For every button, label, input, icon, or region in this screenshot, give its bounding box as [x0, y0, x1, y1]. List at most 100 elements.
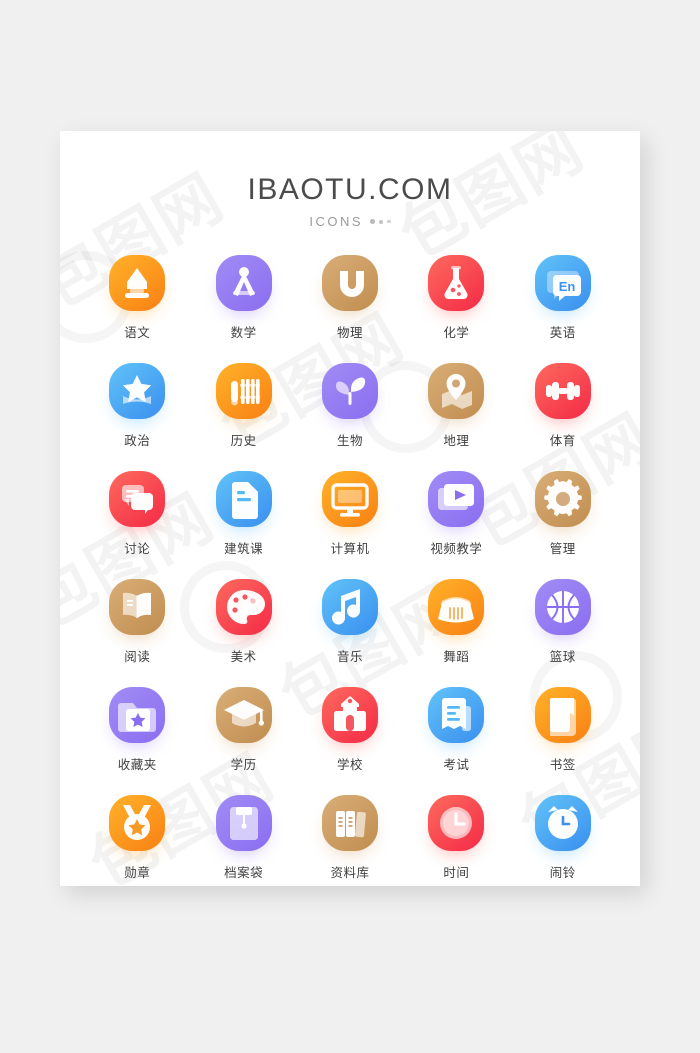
- icon-tile-wrapper: [321, 255, 378, 313]
- palette-brush-icon: [226, 590, 265, 624]
- icon-cell-video-play[interactable]: 视频教学: [403, 471, 509, 557]
- icon-cell-chat-bubbles[interactable]: 讨论: [84, 471, 190, 557]
- icon-cell-star-badge[interactable]: 政治: [84, 363, 190, 449]
- icon-label: 管理: [549, 541, 576, 556]
- open-book-icon-tile[interactable]: [109, 579, 166, 635]
- icon-tile-wrapper: [534, 363, 591, 421]
- music-note-icon-tile[interactable]: [321, 579, 378, 635]
- monitor-icon-tile[interactable]: [321, 471, 378, 527]
- icon-tile-wrapper: [428, 363, 485, 421]
- school-building-icon: [333, 696, 366, 731]
- icon-tile-wrapper: [428, 255, 485, 313]
- bamboo-scroll-icon-tile[interactable]: [215, 363, 272, 419]
- sheet-header: IBAOTU.COM ICONS: [60, 131, 640, 229]
- tutu-skirt-icon: [438, 597, 475, 623]
- icon-tile-wrapper: [321, 795, 378, 853]
- clock-icon-tile[interactable]: [428, 795, 485, 851]
- icon-cell-folder-star[interactable]: 收藏夹: [84, 687, 190, 773]
- tutu-skirt-icon-tile[interactable]: [428, 579, 485, 635]
- icon-cell-compass[interactable]: 数学: [190, 255, 296, 341]
- document-icon: [231, 482, 258, 519]
- icon-label: 档案袋: [224, 865, 264, 880]
- icon-tile-wrapper: [534, 471, 591, 529]
- document-icon-tile[interactable]: [215, 471, 272, 527]
- icon-label: 数学: [230, 325, 257, 340]
- sprout-icon-tile[interactable]: [321, 363, 378, 419]
- icon-tile-wrapper: [428, 579, 485, 637]
- icon-cell-monitor[interactable]: 计算机: [297, 471, 403, 557]
- alarm-clock-icon-tile[interactable]: [534, 795, 591, 851]
- icon-cell-open-book[interactable]: 阅读: [84, 579, 190, 665]
- chat-bubbles-icon-tile[interactable]: [109, 471, 166, 527]
- folder-star-icon-tile[interactable]: [109, 687, 166, 743]
- page-subtitle: ICONS: [309, 214, 364, 229]
- icon-cell-map-pin[interactable]: 地理: [403, 363, 509, 449]
- gear-icon-tile[interactable]: [534, 471, 591, 527]
- icon-cell-bookmark[interactable]: 书签: [510, 687, 616, 773]
- star-badge-icon: [122, 375, 152, 404]
- video-play-icon-tile[interactable]: [428, 471, 485, 527]
- exam-paper-icon-tile[interactable]: [428, 687, 485, 743]
- icon-cell-exam-paper[interactable]: 考试: [403, 687, 509, 773]
- bookmark-icon: [549, 698, 576, 736]
- book-archive-icon: [335, 811, 366, 838]
- icon-tile-wrapper: En: [534, 255, 591, 313]
- medal-icon-tile[interactable]: [109, 795, 166, 851]
- pen-nib-icon-tile[interactable]: [109, 255, 166, 311]
- speech-bubble-en-icon-tile[interactable]: En: [534, 255, 591, 311]
- icon-cell-bamboo-scroll[interactable]: 历史: [190, 363, 296, 449]
- map-pin-icon-tile[interactable]: [428, 363, 485, 419]
- icon-cell-flask[interactable]: 化学: [403, 255, 509, 341]
- icon-cell-school-building[interactable]: 学校: [297, 687, 403, 773]
- icon-cell-book-archive[interactable]: 资料库: [297, 795, 403, 881]
- icon-cell-alarm-clock[interactable]: 闹铃: [510, 795, 616, 881]
- icon-cell-basketball[interactable]: 篮球: [510, 579, 616, 665]
- icon-cell-sprout[interactable]: 生物: [297, 363, 403, 449]
- icon-cell-dumbbell[interactable]: 体育: [510, 363, 616, 449]
- icon-cell-tutu-skirt[interactable]: 舞蹈: [403, 579, 509, 665]
- icon-tile-wrapper: [215, 687, 272, 745]
- icon-label: 建筑课: [224, 541, 264, 556]
- icon-tile-wrapper: [215, 795, 272, 853]
- graduation-cap-icon-tile[interactable]: [215, 687, 272, 743]
- monitor-icon: [331, 483, 369, 517]
- icon-tile-wrapper: [215, 363, 272, 421]
- compass-icon: [232, 267, 255, 296]
- icon-cell-palette-brush[interactable]: 美术: [190, 579, 296, 665]
- file-envelope-icon-tile[interactable]: [215, 795, 272, 851]
- icon-label: 舞蹈: [443, 649, 470, 664]
- speech-bubble-en-icon: En: [546, 271, 581, 301]
- compass-icon-tile[interactable]: [215, 255, 272, 311]
- svg-text:En: En: [558, 279, 575, 294]
- icon-cell-document[interactable]: 建筑课: [190, 471, 296, 557]
- alarm-clock-icon: [547, 806, 578, 839]
- school-building-icon-tile[interactable]: [321, 687, 378, 743]
- dumbbell-icon-tile[interactable]: [534, 363, 591, 419]
- basketball-icon-tile[interactable]: [534, 579, 591, 635]
- flask-icon-tile[interactable]: [428, 255, 485, 311]
- icon-cell-graduation-cap[interactable]: 学历: [190, 687, 296, 773]
- icon-cell-medal[interactable]: 勋章: [84, 795, 190, 881]
- bookmark-icon-tile[interactable]: [534, 687, 591, 743]
- icon-tile-wrapper: [109, 363, 166, 421]
- icon-sheet-card: 包图网 包图网 包图网 包图网 包图网 包图网 包图网 包图网 IBAOTU.C…: [60, 131, 640, 886]
- book-archive-icon-tile[interactable]: [321, 795, 378, 851]
- icon-tile-wrapper: [109, 471, 166, 529]
- icon-tile-wrapper: [321, 687, 378, 745]
- magnet-icon-tile[interactable]: [321, 255, 378, 311]
- icon-label: 收藏夹: [117, 757, 157, 772]
- icon-cell-music-note[interactable]: 音乐: [297, 579, 403, 665]
- star-badge-icon-tile[interactable]: [109, 363, 166, 419]
- icon-cell-clock[interactable]: 时间: [403, 795, 509, 881]
- icon-cell-pen-nib[interactable]: 语文: [84, 255, 190, 341]
- icon-cell-file-envelope[interactable]: 档案袋: [190, 795, 296, 881]
- palette-brush-icon-tile[interactable]: [215, 579, 272, 635]
- chat-bubbles-icon: [122, 485, 154, 514]
- icon-cell-speech-bubble-en[interactable]: En 英语: [510, 255, 616, 341]
- music-note-icon: [331, 589, 360, 625]
- icon-tile-wrapper: [428, 795, 485, 853]
- icon-label: 时间: [443, 865, 470, 880]
- icon-cell-magnet[interactable]: 物理: [297, 255, 403, 341]
- icon-cell-gear[interactable]: 管理: [510, 471, 616, 557]
- pen-nib-icon: [125, 268, 150, 298]
